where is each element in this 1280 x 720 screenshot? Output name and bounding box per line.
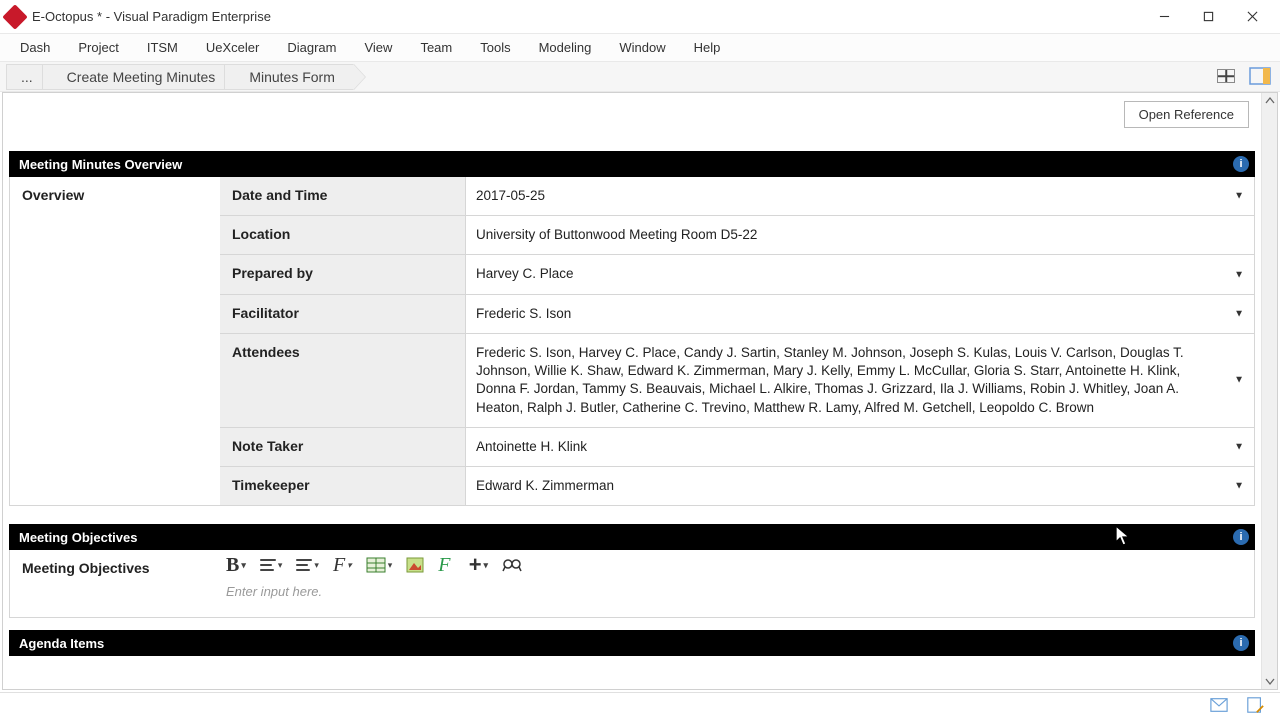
dropdown-icon[interactable]: ▼	[1234, 479, 1244, 493]
align-button[interactable]: ▾	[258, 553, 285, 577]
label-facilitator: Facilitator	[220, 295, 466, 333]
row-attendees: Attendees Frederic S. Ison, Harvey C. Pl…	[220, 334, 1254, 428]
menu-help[interactable]: Help	[694, 40, 721, 55]
menu-tools[interactable]: Tools	[480, 40, 510, 55]
value-timekeeper: Edward K. Zimmerman	[476, 478, 614, 493]
value-prepared-by: Harvey C. Place	[476, 266, 574, 281]
row-location: Location University of Buttonwood Meetin…	[220, 216, 1254, 255]
overview-side-label: Overview	[10, 177, 220, 505]
menu-dash[interactable]: Dash	[20, 40, 50, 55]
main-content: Open Reference Meeting Minutes Overview …	[2, 92, 1278, 690]
value-note-taker: Antoinette H. Klink	[476, 439, 587, 454]
window-titlebar: E-Octopus * - Visual Paradigm Enterprise	[0, 0, 1280, 34]
scroll-up-icon[interactable]	[1262, 93, 1277, 109]
field-location[interactable]: University of Buttonwood Meeting Room D5…	[466, 216, 1254, 254]
objectives-editor[interactable]: B▾ ▾ ▾ F▾ ▾ F. +▾	[220, 550, 1254, 617]
breadcrumb-create-meeting-minutes[interactable]: Create Meeting Minutes	[42, 64, 235, 90]
label-location: Location	[220, 216, 466, 254]
dropdown-icon[interactable]: ▼	[1234, 189, 1244, 203]
menu-view[interactable]: View	[364, 40, 392, 55]
objectives-side-label: Meeting Objectives	[10, 550, 220, 617]
label-prepared-by: Prepared by	[220, 255, 466, 293]
value-location: University of Buttonwood Meeting Room D5…	[476, 227, 757, 242]
window-close-button[interactable]	[1230, 2, 1274, 32]
label-note-taker: Note Taker	[220, 428, 466, 466]
field-timekeeper[interactable]: Edward K. Zimmerman ▼	[466, 467, 1254, 505]
edit-note-icon[interactable]	[1246, 696, 1264, 717]
dropdown-icon[interactable]: ▼	[1234, 374, 1244, 388]
menu-project[interactable]: Project	[78, 40, 118, 55]
row-timekeeper: Timekeeper Edward K. Zimmerman ▼	[220, 467, 1254, 505]
menu-diagram[interactable]: Diagram	[287, 40, 336, 55]
section-info-icon[interactable]: i	[1233, 635, 1249, 651]
dropdown-icon[interactable]: ▼	[1234, 440, 1244, 454]
toolbar-panel-icon[interactable]	[1248, 65, 1272, 87]
clear-format-button[interactable]: F.	[436, 553, 456, 577]
breadcrumb-bar: ... Create Meeting Minutes Minutes Form	[0, 62, 1280, 92]
dropdown-icon[interactable]: ▼	[1234, 307, 1244, 321]
window-title: E-Octopus * - Visual Paradigm Enterprise	[32, 9, 1142, 24]
menu-window[interactable]: Window	[619, 40, 665, 55]
open-reference-button[interactable]: Open Reference	[1124, 101, 1249, 128]
field-facilitator[interactable]: Frederic S. Ison ▼	[466, 295, 1254, 333]
window-maximize-button[interactable]	[1186, 2, 1230, 32]
objectives-placeholder: Enter input here.	[220, 580, 1254, 603]
section-info-icon[interactable]: i	[1233, 529, 1249, 545]
vertical-scrollbar[interactable]	[1261, 93, 1277, 689]
add-button[interactable]: +▾	[467, 553, 490, 577]
section-header-agenda-label: Agenda Items	[19, 636, 104, 651]
label-attendees: Attendees	[220, 334, 466, 427]
mouse-cursor-icon	[1113, 524, 1133, 548]
label-date-time: Date and Time	[220, 177, 466, 215]
dropdown-icon[interactable]: ▼	[1234, 268, 1244, 282]
editor-toolbar: B▾ ▾ ▾ F▾ ▾ F. +▾	[220, 550, 1254, 580]
value-facilitator: Frederic S. Ison	[476, 306, 571, 321]
menu-itsm[interactable]: ITSM	[147, 40, 178, 55]
menu-team[interactable]: Team	[420, 40, 452, 55]
find-button[interactable]	[500, 553, 524, 577]
value-attendees: Frederic S. Ison, Harvey C. Place, Candy…	[476, 345, 1184, 415]
label-timekeeper: Timekeeper	[220, 467, 466, 505]
row-date-time: Date and Time 2017-05-25 ▼	[220, 177, 1254, 216]
row-facilitator: Facilitator Frederic S. Ison ▼	[220, 295, 1254, 334]
menu-uexceler[interactable]: UeXceler	[206, 40, 259, 55]
status-bar	[0, 692, 1280, 720]
bold-button[interactable]: B▾	[224, 553, 248, 577]
row-prepared-by: Prepared by Harvey C. Place ▼	[220, 255, 1254, 294]
mail-icon[interactable]	[1210, 696, 1228, 717]
row-note-taker: Note Taker Antoinette H. Klink ▼	[220, 428, 1254, 467]
image-insert-button[interactable]	[404, 553, 426, 577]
section-header-objectives-label: Meeting Objectives	[19, 530, 137, 545]
section-header-agenda[interactable]: Agenda Items i	[9, 630, 1255, 656]
field-prepared-by[interactable]: Harvey C. Place ▼	[466, 255, 1254, 293]
window-minimize-button[interactable]	[1142, 2, 1186, 32]
breadcrumb-minutes-form[interactable]: Minutes Form	[224, 64, 354, 90]
font-button[interactable]: F▾	[331, 553, 354, 577]
field-note-taker[interactable]: Antoinette H. Klink ▼	[466, 428, 1254, 466]
menu-modeling[interactable]: Modeling	[539, 40, 592, 55]
field-attendees[interactable]: Frederic S. Ison, Harvey C. Place, Candy…	[466, 334, 1254, 427]
section-header-overview-label: Meeting Minutes Overview	[19, 157, 182, 172]
toolbar-view-icon[interactable]	[1214, 65, 1238, 87]
section-info-icon[interactable]: i	[1233, 156, 1249, 172]
scroll-down-icon[interactable]	[1262, 673, 1277, 689]
menu-bar: Dash Project ITSM UeXceler Diagram View …	[0, 34, 1280, 62]
table-insert-button[interactable]: ▾	[364, 553, 395, 577]
section-header-overview[interactable]: Meeting Minutes Overview i	[9, 151, 1255, 177]
value-date-time: 2017-05-25	[476, 188, 545, 203]
section-header-objectives[interactable]: Meeting Objectives i	[9, 524, 1255, 550]
app-logo-icon	[6, 8, 24, 26]
field-date-time[interactable]: 2017-05-25 ▼	[466, 177, 1254, 215]
list-button[interactable]: ▾	[294, 553, 321, 577]
